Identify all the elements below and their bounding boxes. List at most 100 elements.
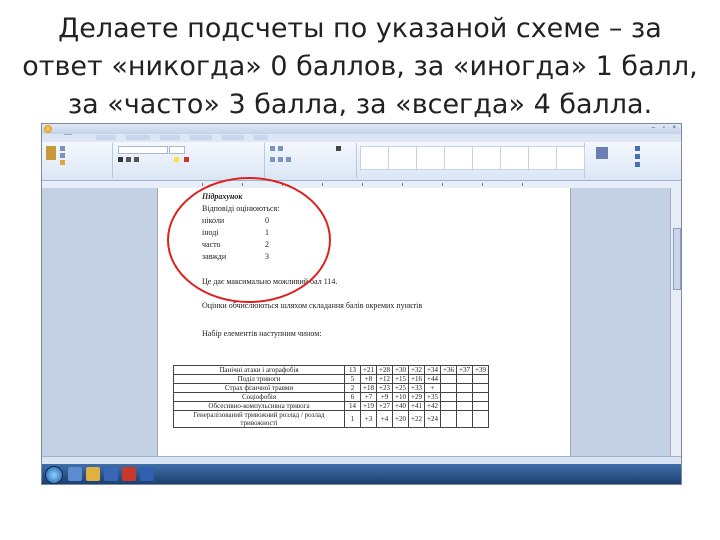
ribbon [42,142,681,181]
window-controls[interactable]: – ▫ × [652,125,679,131]
style-no-spacing[interactable] [388,146,417,170]
table-row: Страх фізичної травми 2 +18 +23 +25 +33 + [173,383,489,393]
change-styles-icon[interactable] [596,147,608,159]
item-number [472,410,489,428]
item-number [440,410,457,428]
ruler-tick [482,183,483,186]
bullets-icon[interactable] [270,146,275,151]
item-number [440,383,457,393]
item-number: +8 [360,374,377,384]
start-button-icon[interactable] [45,466,63,484]
tab-home[interactable] [64,134,72,135]
highlight-icon[interactable] [174,157,179,162]
subscale-name: Страх фізичної травми [173,383,345,393]
find-icon[interactable] [635,146,640,151]
change-styles-group [586,143,616,178]
scores-note-text: Оцінки обчислюються шляхом складання бал… [202,301,423,310]
font-group [114,143,265,178]
item-number: +36 [440,365,457,375]
underline-icon[interactable] [134,157,139,162]
item-number: +28 [376,365,393,375]
copy-icon[interactable] [60,153,65,158]
item-number: +16 [408,374,425,384]
table-row: Соціофобія 6 +7 +9 +10 +29 +35 [173,392,489,402]
font-name-select[interactable] [118,146,168,154]
vertical-scrollbar[interactable] [670,188,681,456]
numbering-icon[interactable] [278,146,283,151]
slide-title-line-2: ответ «никогда» 0 баллов, за «иногда» 1 … [22,51,698,82]
tab-mailings[interactable] [190,135,212,140]
explorer-icon[interactable] [86,467,100,481]
paste-icon[interactable] [46,146,56,160]
item-number: 14 [344,401,361,411]
style-strong[interactable] [556,146,585,170]
style-heading-2[interactable] [444,146,473,170]
align-center-icon[interactable] [278,157,283,162]
item-number [472,374,489,384]
subscale-table: Панічні атаки і агорафобія 13 +21 +28 +30 +32… [173,365,489,428]
style-heading-1[interactable] [416,146,445,170]
item-number: +10 [392,392,409,402]
item-number: +33 [408,383,425,393]
select-icon[interactable] [635,162,640,167]
item-number: +35 [424,392,441,402]
ruler-tick [202,183,203,186]
ribbon-tabs [42,134,681,142]
item-number: +15 [392,374,409,384]
item-number: +34 [424,365,441,375]
subscale-name: Обсесивно-компульсивна тривога [173,401,345,411]
red-highlight-circle [167,177,331,303]
bold-icon[interactable] [118,157,123,162]
subscale-name: Соціофобія [173,392,345,402]
align-left-icon[interactable] [270,157,275,162]
item-number: +40 [392,401,409,411]
cut-icon[interactable] [60,146,65,151]
tab-insert[interactable] [96,135,116,140]
tab-page-layout[interactable] [126,135,150,140]
align-right-icon[interactable] [286,157,291,162]
ruler-tick [522,183,523,186]
tab-view[interactable] [254,135,268,140]
font-size-select[interactable] [169,146,185,154]
word-icon[interactable] [140,467,154,481]
item-number: +39 [472,365,489,375]
item-number: +44 [424,374,441,384]
table-row: Обсесивно-компульсивна тривога 14 +19 +27 +4… [173,401,489,411]
style-emphasis[interactable] [528,146,557,170]
subscale-name: Поділ тривоги [173,374,345,384]
font-color-icon[interactable] [184,157,189,162]
item-number [472,401,489,411]
styles-group [358,143,585,178]
ruler-tick [402,183,403,186]
item-number: +25 [392,383,409,393]
format-painter-icon[interactable] [60,160,65,165]
style-subtitle[interactable] [500,146,529,170]
italic-icon[interactable] [126,157,131,162]
style-title[interactable] [472,146,501,170]
show-marks-icon[interactable] [336,146,341,151]
items-intro-text: Набір елементів наступним чином: [202,329,322,338]
item-number: +21 [360,365,377,375]
style-normal[interactable] [360,146,389,170]
slide-title-line-3: за «часто» 3 балла, за «всегда» 4 балла. [67,89,653,120]
item-number: +22 [408,410,425,428]
tab-review[interactable] [222,135,244,140]
item-number: +29 [408,392,425,402]
item-number: +20 [392,410,409,428]
tab-references[interactable] [160,135,180,140]
media-player-icon[interactable] [104,467,118,481]
acrobat-icon[interactable] [122,467,136,481]
office-button-icon[interactable] [44,125,52,133]
item-number: + [424,383,441,393]
item-number [440,374,457,384]
item-number: +42 [424,401,441,411]
ruler-tick [362,183,363,186]
replace-icon[interactable] [635,154,640,159]
windows-taskbar [42,464,681,484]
scrollbar-thumb[interactable] [673,228,681,290]
item-number [456,392,473,402]
item-number: +4 [376,410,393,428]
table-row: Панічні атаки і агорафобія 13 +21 +28 +30 +32… [173,365,489,375]
ie-icon[interactable] [68,467,82,481]
item-number: +30 [392,365,409,375]
